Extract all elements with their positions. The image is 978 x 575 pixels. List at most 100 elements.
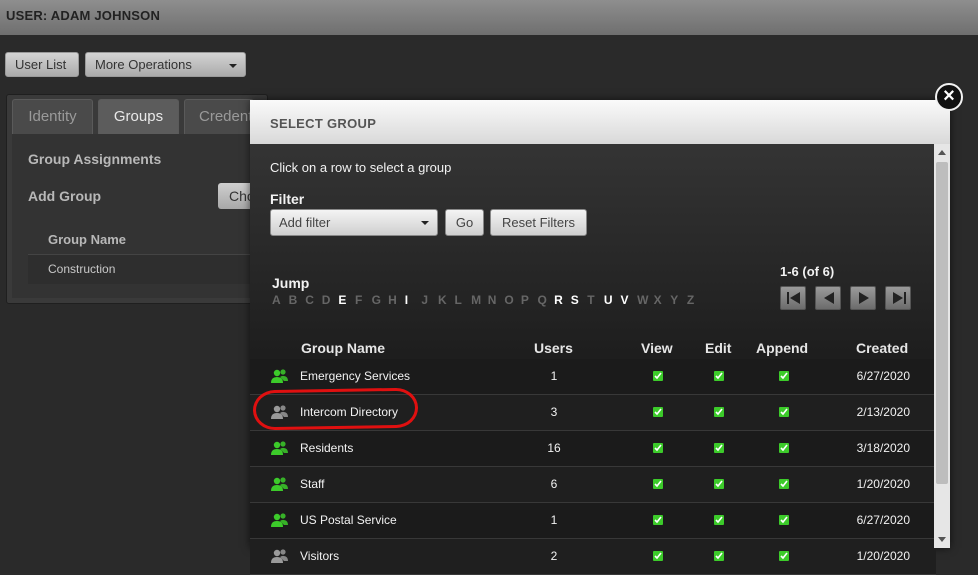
- column-header-users[interactable]: Users: [534, 340, 573, 356]
- scroll-up-icon[interactable]: [938, 150, 946, 155]
- users-count-cell: 3: [550, 405, 558, 419]
- prev-page-button[interactable]: [815, 286, 841, 310]
- last-page-icon: [893, 292, 906, 304]
- table-row[interactable]: Construction: [28, 254, 260, 284]
- filter-select[interactable]: Add filter: [270, 209, 438, 236]
- next-page-button[interactable]: [850, 286, 876, 310]
- users-count-cell: 6: [550, 477, 558, 491]
- edit-permission-check-icon: [714, 479, 724, 489]
- created-date-cell: 3/18/2020: [856, 441, 910, 455]
- jump-letter-g: G: [371, 293, 381, 307]
- users-count-cell: 1: [550, 369, 558, 383]
- jump-letter-q: Q: [537, 293, 547, 307]
- column-header-edit[interactable]: Edit: [705, 340, 731, 356]
- append-permission-check-icon: [779, 407, 789, 417]
- jump-letter-r[interactable]: R: [554, 293, 571, 307]
- users-count-cell: 2: [550, 549, 558, 563]
- group-icon: [270, 548, 290, 567]
- jump-letter-h: H: [388, 293, 397, 307]
- created-date-cell: 6/27/2020: [856, 369, 910, 383]
- group-name-cell: Emergency Services: [300, 369, 411, 383]
- go-button[interactable]: Go: [445, 209, 484, 236]
- jump-letter-u[interactable]: U: [604, 293, 621, 307]
- jump-letter-k: K: [437, 293, 447, 307]
- table-row[interactable]: Staff 6 1/20/2020: [250, 467, 936, 503]
- tab-identity[interactable]: Identity: [12, 99, 93, 134]
- jump-letter-z: Z: [686, 293, 695, 307]
- jump-letter-t: T: [587, 293, 595, 307]
- edit-permission-check-icon: [714, 371, 724, 381]
- first-page-button[interactable]: [780, 286, 806, 310]
- group-name-column-header: Group Name: [48, 232, 127, 247]
- top-bar: USER: ADAM JOHNSON: [0, 0, 978, 35]
- jump-letter-s[interactable]: S: [571, 293, 588, 307]
- modal-body: Click on a row to select a group Filter …: [250, 144, 936, 575]
- column-header-created[interactable]: Created: [856, 340, 908, 356]
- group-name-cell: US Postal Service: [300, 513, 397, 527]
- jump-letter-b: B: [288, 293, 298, 307]
- edit-permission-check-icon: [714, 407, 724, 417]
- created-date-cell: 6/27/2020: [856, 513, 910, 527]
- jump-letter-i[interactable]: I: [405, 293, 422, 307]
- scroll-down-icon[interactable]: [938, 537, 946, 542]
- filter-select-value: Add filter: [279, 215, 331, 230]
- created-date-cell: 1/20/2020: [856, 477, 910, 491]
- red-annotation-circle: [252, 387, 419, 431]
- view-permission-check-icon: [653, 479, 663, 489]
- table-row[interactable]: US Postal Service 1 6/27/2020: [250, 503, 936, 539]
- jump-letter-y: Y: [670, 293, 679, 307]
- first-page-icon: [787, 292, 800, 304]
- chevron-down-icon: [421, 221, 429, 225]
- jump-letter-v[interactable]: V: [620, 293, 637, 307]
- group-name-cell: Residents: [300, 441, 354, 455]
- column-header-group-name[interactable]: Group Name: [301, 340, 385, 356]
- filter-label: Filter: [270, 191, 305, 207]
- column-header-append[interactable]: Append: [756, 340, 808, 356]
- jump-letter-d: D: [321, 293, 331, 307]
- group-icon: [270, 512, 290, 531]
- more-operations-label: More Operations: [95, 57, 192, 72]
- tab-groups[interactable]: Groups: [98, 99, 179, 134]
- chevron-down-icon: [229, 64, 237, 68]
- group-icon: [270, 476, 290, 495]
- jump-letter-p: P: [520, 293, 529, 307]
- add-group-label: Add Group: [28, 188, 102, 204]
- jump-letter-e[interactable]: E: [338, 293, 355, 307]
- table-row[interactable]: Residents 16 3/18/2020: [250, 431, 936, 467]
- current-user-label: USER: ADAM JOHNSON: [6, 8, 161, 23]
- page-info: 1-6 (of 6): [780, 264, 835, 279]
- reset-filters-button[interactable]: Reset Filters: [490, 209, 587, 236]
- append-permission-check-icon: [779, 371, 789, 381]
- table-row[interactable]: Visitors 2 1/20/2020: [250, 539, 936, 575]
- jump-letter-j: J: [421, 293, 429, 307]
- group-name-cell: Staff: [300, 477, 325, 491]
- append-permission-check-icon: [779, 515, 789, 525]
- column-header-view[interactable]: View: [641, 340, 673, 356]
- append-permission-check-icon: [779, 551, 789, 561]
- user-list-button[interactable]: User List: [5, 52, 79, 77]
- more-operations-dropdown[interactable]: More Operations: [85, 52, 246, 77]
- next-page-icon: [859, 292, 869, 304]
- view-permission-check-icon: [653, 407, 663, 417]
- prev-page-icon: [824, 292, 834, 304]
- instruction-text: Click on a row to select a group: [270, 160, 452, 175]
- jump-letter-w: W: [637, 293, 649, 307]
- last-page-button[interactable]: [885, 286, 911, 310]
- edit-permission-check-icon: [714, 551, 724, 561]
- jump-letter-m: M: [471, 293, 482, 307]
- group-name-cell: Visitors: [300, 549, 340, 563]
- scroll-thumb[interactable]: [936, 162, 948, 484]
- jump-letters: ABCDEFGHIJKLMNOPQRSTUVWXYZ: [272, 293, 703, 307]
- select-group-modal: SELECT GROUP Click on a row to select a …: [250, 100, 950, 575]
- jump-letter-c: C: [305, 293, 314, 307]
- edit-permission-check-icon: [714, 515, 724, 525]
- modal-header: SELECT GROUP: [250, 100, 950, 144]
- tab-credentials[interactable]: Credentials: [184, 99, 254, 134]
- append-permission-check-icon: [779, 443, 789, 453]
- close-modal-button[interactable]: ×: [935, 83, 963, 111]
- edit-permission-check-icon: [714, 443, 724, 453]
- modal-scrollbar[interactable]: [934, 144, 950, 548]
- append-permission-check-icon: [779, 479, 789, 489]
- jump-letter-o: O: [504, 293, 514, 307]
- jump-letter-f: F: [354, 293, 363, 307]
